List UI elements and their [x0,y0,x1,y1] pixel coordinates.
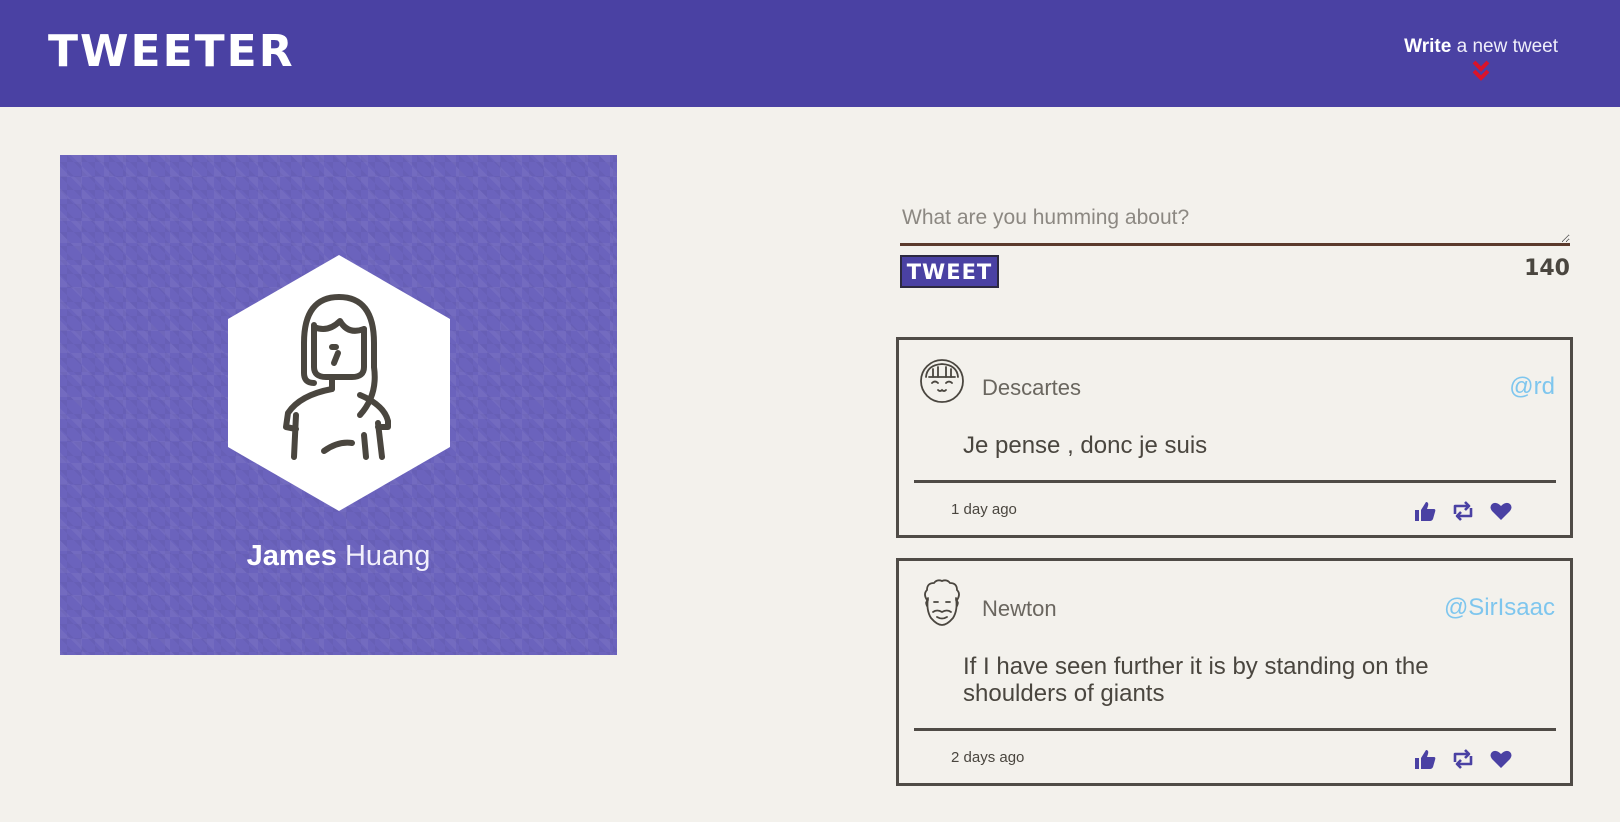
tweet-author-handle[interactable]: @rd [1509,373,1555,401]
char-counter: 140 [1524,256,1570,281]
tweet-card: Descartes @rd Je pense , donc je suis 1 … [896,337,1573,538]
tweet-timestamp: 1 day ago [951,501,1017,518]
tweet-author-name: Newton [982,596,1057,621]
tweet-text: Je pense , donc je suis [963,432,1208,459]
profile-avatar [228,255,450,511]
top-nav-bar: TWEETER Write a new tweet [0,0,1620,107]
tweet-author-name: Descartes [982,375,1082,400]
retweet-icon[interactable] [1451,748,1475,770]
tweet-divider [914,728,1556,731]
tweet-author-handle[interactable]: @SirIsaac [1444,594,1555,622]
double-chevron-down-icon[interactable] [1471,60,1491,82]
profile-last-name: Huang [344,540,431,572]
profile-card: James Huang [60,155,617,655]
heart-icon[interactable] [1489,748,1513,770]
write-tweet-label-rest[interactable]: a new tweet [1451,36,1558,57]
tweet-actions [1413,500,1513,522]
tweet-input[interactable] [900,200,1570,246]
write-tweet-toggle[interactable]: Write a new tweet [1404,36,1558,82]
write-tweet-label[interactable]: Write a new tweet [1404,36,1558,58]
heart-icon[interactable] [1489,500,1513,522]
profile-name: James Huang [60,540,617,573]
retweet-icon[interactable] [1451,500,1475,522]
thumbs-up-icon[interactable] [1413,748,1437,770]
tweet-divider [914,480,1556,483]
tweet-card: Newton @SirIsaac If I have seen further … [896,558,1573,786]
tweet-text: If I have seen further it is by standing… [963,653,1429,707]
write-tweet-label-bold[interactable]: Write [1404,36,1451,57]
compose-form: TWEET 140 [900,200,1570,288]
app-logo[interactable]: TWEETER [48,30,295,74]
tweet-actions [1413,748,1513,770]
thumbs-up-icon[interactable] [1413,500,1437,522]
profile-first-name: James [246,540,337,572]
tweet-timestamp: 2 days ago [951,749,1025,766]
tweet-avatar [920,359,964,403]
tweet-button[interactable]: TWEET [900,255,999,288]
tweet-avatar [924,579,960,626]
